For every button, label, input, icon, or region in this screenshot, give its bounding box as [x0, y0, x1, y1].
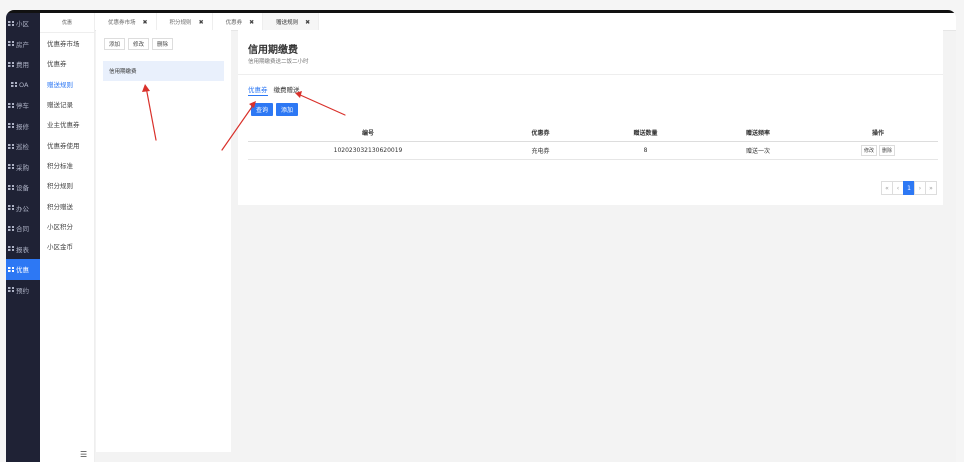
rule-title: 信用期缴费 [248, 45, 298, 56]
cell-quantity: 8 [593, 141, 698, 160]
close-icon[interactable]: ✖ [143, 19, 148, 26]
grid-icon [8, 246, 14, 252]
grid-icon [8, 266, 14, 272]
sub-item-coupon-market[interactable]: 优惠券市场 [40, 33, 94, 53]
grid-icon [11, 82, 17, 88]
sub-item-gift-rules[interactable]: 赠送规则 [40, 74, 94, 94]
rule-list-item[interactable]: 信用期缴费 [103, 61, 224, 81]
rail-item-equipment[interactable]: 设备 [6, 177, 40, 198]
row-delete-button[interactable]: 删除 [879, 144, 896, 156]
rail-item-fees[interactable]: 费用 [6, 54, 40, 75]
query-button[interactable]: 查询 [251, 103, 274, 116]
action-bar: 查询 添加 [251, 103, 299, 116]
rail-item-purchase[interactable]: 采购 [6, 157, 40, 178]
column-header-frequency: 赠送频率 [698, 124, 818, 142]
table-header-row: 编号 优惠券 赠送数量 赠送频率 操作 [248, 124, 938, 142]
sub-item-points-gift[interactable]: 积分赠送 [40, 195, 94, 215]
close-icon[interactable]: ✖ [249, 19, 254, 26]
column-header-actions: 操作 [818, 124, 938, 142]
sub-item-points-standard[interactable]: 积分标准 [40, 155, 94, 175]
cell-id: 102023032130620019 [248, 141, 488, 160]
edit-rule-button[interactable]: 修改 [128, 38, 150, 50]
rail-item-community[interactable]: 小区 [6, 13, 40, 34]
cell-actions: 修改 删除 [818, 141, 938, 160]
menu-collapse-icon[interactable]: ☰ [80, 450, 87, 459]
grid-icon [8, 287, 14, 293]
grid-icon [8, 143, 14, 149]
rail-item-booking[interactable]: 预约 [6, 280, 40, 301]
tab-points-rules[interactable]: 积分规则 ✖ [157, 13, 213, 31]
main-nav-rail: 小区 房产 费用 OA 停车 报修 巡检 采购 设备 办公 合同 报表 优惠 预… [6, 13, 40, 462]
tab-gift-rules[interactable]: 赠送规则 ✖ [263, 13, 320, 31]
sub-item-gift-records[interactable]: 赠送记录 [40, 94, 94, 114]
sub-item-owner-coupons[interactable]: 业主优惠券 [40, 114, 94, 134]
grid-icon [8, 20, 14, 26]
cell-coupon: 充电券 [488, 141, 593, 160]
close-icon[interactable]: ✖ [305, 19, 310, 26]
cell-frequency: 赠送一次 [698, 141, 818, 160]
tab-coupon[interactable]: 优惠券 [248, 84, 268, 96]
sub-item-points-rules[interactable]: 积分规则 [40, 175, 94, 195]
sub-item-coupon-usage[interactable]: 优惠券使用 [40, 134, 94, 154]
grid-icon [8, 205, 14, 211]
delete-rule-button[interactable]: 删除 [152, 38, 174, 50]
rail-item-discount[interactable]: 优惠 [6, 259, 40, 280]
grid-icon [8, 184, 14, 190]
grid-icon [8, 123, 14, 129]
divider [238, 74, 943, 75]
rail-item-oa[interactable]: OA [6, 75, 40, 96]
tab-coupon-market[interactable]: 优惠券市场 ✖ [95, 13, 157, 31]
add-rule-button[interactable]: 添加 [104, 38, 126, 50]
grid-icon [8, 61, 14, 67]
rule-detail-card: 信用期缴费 信用期缴费送二饭二小时 优惠券 缴费赠送 查询 添加 编号 优惠券 … [238, 30, 943, 205]
rule-toolbar: 添加 修改 删除 [104, 38, 174, 50]
column-header-quantity: 赠送数量 [593, 124, 698, 142]
add-button[interactable]: 添加 [276, 103, 299, 116]
rail-item-office[interactable]: 办公 [6, 198, 40, 219]
grid-icon [8, 164, 14, 170]
content-tabs: 优惠券 缴费赠送 [248, 84, 300, 96]
rail-item-reports[interactable]: 报表 [6, 239, 40, 260]
rail-item-repair[interactable]: 报修 [6, 116, 40, 137]
last-page-button[interactable]: » [925, 181, 937, 195]
rail-item-parking[interactable]: 停车 [6, 95, 40, 116]
row-edit-button[interactable]: 修改 [860, 144, 877, 156]
tab-bar: 优惠券市场 ✖ 积分规则 ✖ 优惠券 ✖ 赠送规则 ✖ [95, 13, 956, 31]
pagination: « ‹ 1 › » [881, 181, 937, 195]
rail-item-contract[interactable]: 合同 [6, 218, 40, 239]
column-header-coupon: 优惠券 [488, 124, 593, 142]
gift-coupon-table: 编号 优惠券 赠送数量 赠送频率 操作 102023032130620019 充… [248, 124, 938, 160]
rail-item-inspection[interactable]: 巡检 [6, 136, 40, 157]
rule-list-panel: 添加 修改 删除 信用期缴费 [96, 30, 231, 452]
rail-item-property[interactable]: 房产 [6, 34, 40, 55]
rule-subtitle: 信用期缴费送二饭二小时 [248, 59, 309, 65]
table-row: 102023032130620019 充电券 8 赠送一次 修改 删除 [248, 141, 938, 160]
tab-coupons[interactable]: 优惠券 ✖ [213, 13, 264, 31]
grid-icon [8, 225, 14, 231]
sub-menu-header: 优惠 [40, 13, 94, 33]
close-icon[interactable]: ✖ [199, 19, 204, 26]
grid-icon [8, 41, 14, 47]
grid-icon [8, 102, 14, 108]
sub-item-coupons[interactable]: 优惠券 [40, 53, 94, 73]
column-header-id: 编号 [248, 124, 488, 142]
tab-payment-gift[interactable]: 缴费赠送 [274, 84, 300, 96]
sub-item-community-coins[interactable]: 小区金币 [40, 236, 94, 256]
sub-item-community-points[interactable]: 小区积分 [40, 216, 94, 236]
sub-menu: 优惠 优惠券市场 优惠券 赠送规则 赠送记录 业主优惠券 优惠券使用 积分标准 … [40, 13, 95, 462]
